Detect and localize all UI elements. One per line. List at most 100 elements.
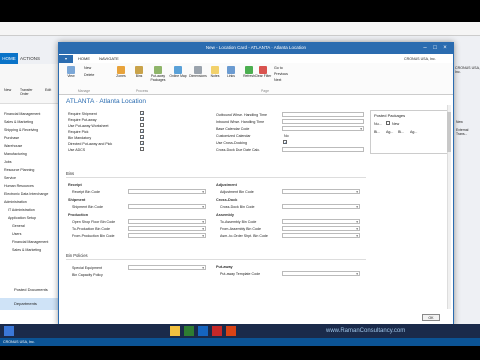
scrollbar-thumb[interactable] [447,112,451,152]
asm-to-order-label: Asm.-to-Order Shpt. Bin Code [220,234,268,238]
delete-button[interactable]: Delete [84,73,94,77]
cross-dock-due-date-label: Cross-Dock Due Date Calc. [216,148,261,152]
nav-item[interactable]: Manufacturing [4,152,60,156]
putaway-packages-button[interactable]: Put-away Packages [148,65,168,91]
view-label: View [67,74,75,78]
adjustment-bin-code-field[interactable]: ▾ [282,189,360,194]
nav-item[interactable]: Human Resources [4,184,60,188]
bin-mandatory-label: Bin Mandatory [68,136,92,140]
close-icon[interactable]: × [440,43,450,53]
bg-tab-home[interactable]: HOME [0,53,18,64]
nav-departments[interactable]: Departments [0,298,60,310]
asm-to-order-field[interactable]: ▾ [282,233,360,238]
zones-button[interactable]: Zones [112,65,130,91]
bins-label: Bins [135,74,143,78]
chevron-down-icon: ▾ [356,190,358,194]
excel-icon[interactable] [184,326,194,336]
bg-ribbon-transfer-order[interactable]: Transfer Order [20,88,40,96]
from-production-field[interactable]: ▾ [128,233,206,238]
dimensions-button[interactable]: Dimensions [188,65,208,91]
clear-filter-button[interactable]: Clear Filter [254,65,272,91]
cross-dock-bin-code-field[interactable]: ▾ [282,204,360,209]
to-production-field[interactable]: ▾ [128,226,206,231]
windows-taskbar [0,324,480,338]
from-assembly-field[interactable]: ▾ [282,226,360,231]
to-assembly-field[interactable]: ▾ [282,219,360,224]
from-production-label: From-Production Bin Code [72,234,115,238]
chevron-down-icon: ▾ [356,220,358,224]
nav-item[interactable]: Application Setup [8,216,64,220]
nav-item[interactable]: Financial Management [4,112,60,116]
bin-mandatory-checkbox[interactable]: ✓ [140,135,144,140]
bg-fact-new[interactable]: New [456,120,463,124]
adjustment-header: Adjustment [216,183,237,187]
start-icon[interactable] [4,326,14,336]
bin-policies-fasttab[interactable]: Bin Policies [66,252,366,260]
new-button[interactable]: New [84,66,91,70]
bg-ribbon-new[interactable]: New [4,88,11,92]
use-cross-docking-checkbox[interactable]: ✓ [283,140,287,145]
shipment-bin-code-label: Shipment Bin Code [72,205,103,209]
bg-ribbon [0,64,60,104]
nav-item[interactable]: Resource Planning [4,168,60,172]
factbox-col: Ag... [410,130,418,134]
bins-fasttab[interactable]: Bins [66,170,366,178]
links-button[interactable]: Links [222,65,240,91]
ok-button[interactable]: OK [422,314,440,321]
tab-navigate[interactable]: NAVIGATE [96,55,122,63]
inbound-handling-field[interactable] [282,119,364,124]
require-pick-checkbox[interactable]: ✓ [140,129,144,134]
bg-company-label: CRONUS USA, Inc. [455,66,480,74]
watermark: www.RamanConsultancy.com [326,328,406,334]
receipt-bin-code-field[interactable]: ▾ [128,189,206,194]
maximize-icon[interactable]: □ [430,43,440,53]
nav-item[interactable]: Service [4,176,60,180]
base-calendar-field[interactable]: ▾ [282,126,364,131]
minimize-icon[interactable]: – [420,43,430,53]
use-putaway-worksheet-checkbox[interactable] [140,123,144,127]
bg-ribbon-edit[interactable]: Edit [45,88,51,92]
explorer-icon[interactable] [170,326,180,336]
nav-item[interactable]: Sales & Marketing [4,120,60,124]
receipt-bin-code-label: Receipt Bin Code [72,190,100,194]
factbox-col: Nu... [374,122,382,126]
nav-item[interactable]: Jobs [4,160,60,164]
special-equipment-field[interactable]: ▾ [128,265,206,270]
links-label: Links [227,74,235,78]
goto-button[interactable]: Go to [274,66,283,70]
previous-button[interactable]: Previous [274,72,288,76]
nav-item[interactable]: Purchase [4,136,60,140]
customized-calendar-value: No [284,134,289,138]
open-shop-floor-field[interactable]: ▾ [128,219,206,224]
online-map-button[interactable]: Online Map [168,65,188,91]
nav-item[interactable]: Shipping & Receiving [4,128,60,132]
nav-item[interactable]: Administration [4,200,60,204]
require-putaway-checkbox[interactable]: ✓ [140,117,144,122]
dialog-title: New - Location Card - ATLANTA · Atlanta … [58,42,454,54]
tab-home[interactable]: HOME [75,55,93,63]
nav-item[interactable]: Warehouse [4,144,60,148]
outbound-handling-field[interactable] [282,112,364,117]
putaway-template-field[interactable]: ▾ [282,271,360,276]
next-button[interactable]: Next [274,78,281,82]
powerpoint-icon[interactable] [226,326,236,336]
nav-item[interactable]: IT Administration [8,208,64,212]
use-adcs-checkbox[interactable] [140,147,144,151]
directed-putaway-checkbox[interactable]: ✓ [140,141,144,146]
factbox-checkbox[interactable] [386,121,390,125]
word-icon[interactable] [198,326,208,336]
require-shipment-checkbox[interactable]: ✓ [140,111,144,116]
nav-item[interactable]: Electronic Data Interchange [4,192,60,196]
nav-posted-documents[interactable]: Posted Documents [0,284,60,296]
directed-putaway-label: Directed Put-away and Pick [68,142,113,146]
cross-dock-due-date-field[interactable] [282,147,364,152]
factbox-col: Ag... [386,130,394,134]
links-icon [227,66,235,74]
bins-button[interactable]: Bins [130,65,148,91]
bg-tab-actions[interactable]: ACTIONS [20,53,50,64]
tab-file[interactable]: ▾ [59,55,73,63]
shipment-bin-code-field[interactable]: ▾ [128,204,206,209]
pdf-icon[interactable] [212,326,222,336]
view-button[interactable]: View [62,65,80,91]
factbox-new[interactable]: New [392,122,399,126]
